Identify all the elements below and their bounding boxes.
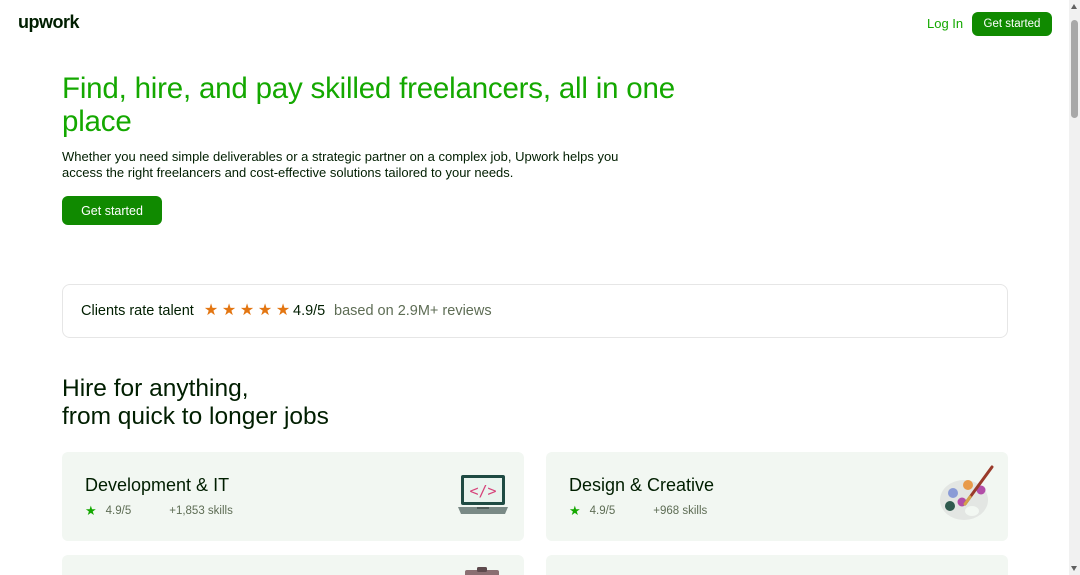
svg-text:</>: </> xyxy=(469,482,496,500)
laptop-code-icon: </> xyxy=(458,475,508,514)
hero-subtitle: Whether you need simple deliverables or … xyxy=(62,149,619,180)
rating-score: 4.9/5 xyxy=(293,303,326,319)
scrollbar-thumb[interactable] xyxy=(1071,20,1078,118)
section-title: Hire for anything, from quick to longer … xyxy=(62,375,462,431)
section-title-line1: Hire for anything, xyxy=(62,375,249,402)
rating-label: Clients rate talent xyxy=(81,303,194,319)
rating-stars: ★ ★ ★ ★ ★ xyxy=(203,302,291,320)
category-skills: +1,853 skills xyxy=(169,505,233,517)
category-skills: +968 skills xyxy=(653,505,708,517)
star-icon: ★ xyxy=(569,503,581,518)
star-icon: ★ xyxy=(203,302,219,319)
scroll-down-arrow-icon[interactable] xyxy=(1071,566,1077,571)
header-get-started-button[interactable]: Get started xyxy=(972,12,1052,36)
login-link[interactable]: Log In xyxy=(927,16,963,31)
star-icon: ★ xyxy=(239,302,255,319)
category-meta: ★ 4.9/5 +1,853 skills xyxy=(85,503,233,519)
category-card-development[interactable]: Development & IT ★ 4.9/5 +1,853 skills <… xyxy=(62,452,524,541)
hero-get-started-button[interactable]: Get started xyxy=(62,196,162,225)
paint-palette-icon xyxy=(940,465,994,520)
clipboard-icon xyxy=(465,567,499,575)
category-title: Development & IT xyxy=(85,475,230,495)
hero-title: Find, hire, and pay skilled freelancers,… xyxy=(62,72,675,138)
star-icon: ★ xyxy=(275,302,291,319)
star-icon: ★ xyxy=(221,302,237,319)
category-card-design[interactable]: Design & Creative ★ 4.9/5 +968 skills xyxy=(546,452,1008,541)
scroll-up-arrow-icon[interactable] xyxy=(1071,4,1077,9)
category-card-partial[interactable] xyxy=(62,555,524,575)
rating-bar: Clients rate talent ★ ★ ★ ★ ★ 4.9/5 base… xyxy=(62,284,1008,338)
section-title-line2: from quick to longer jobs xyxy=(62,403,329,430)
category-card-partial[interactable] xyxy=(546,555,1008,575)
page: upwork Log In Get started Find, hire, an… xyxy=(0,0,1080,575)
category-rating: 4.9/5 xyxy=(589,505,616,517)
category-title: Design & Creative xyxy=(569,475,715,495)
upwork-logo[interactable]: upwork xyxy=(18,12,80,33)
category-rating: 4.9/5 xyxy=(105,505,132,517)
rating-review-count: based on 2.9M+ reviews xyxy=(334,303,492,319)
category-meta: ★ 4.9/5 +968 skills xyxy=(569,503,707,519)
star-icon: ★ xyxy=(85,503,97,518)
star-icon: ★ xyxy=(257,302,273,319)
